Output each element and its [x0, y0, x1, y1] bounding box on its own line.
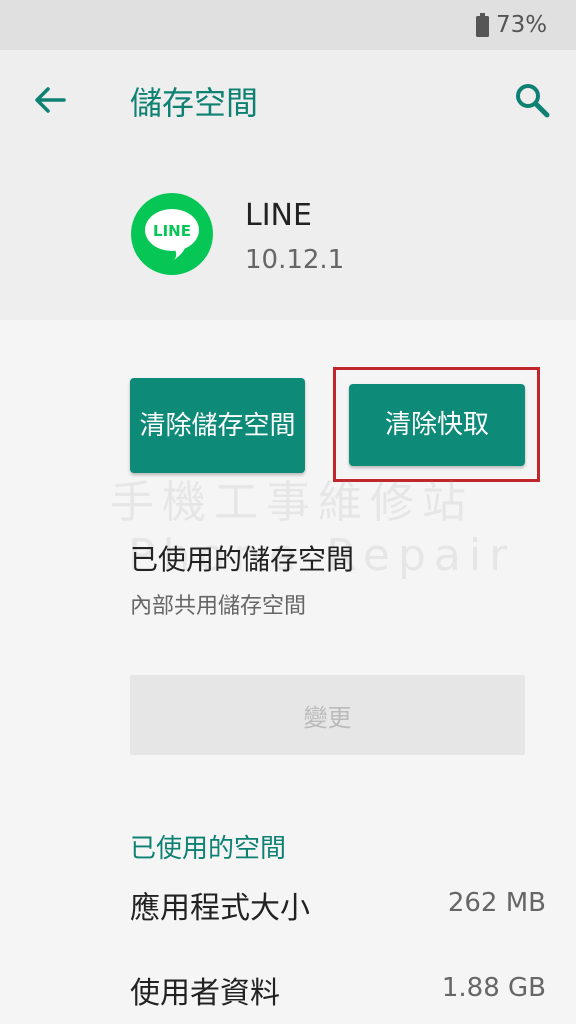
space-used-section-label: 已使用的空間 [130, 834, 287, 864]
change-label: 變更 [303, 703, 352, 732]
storage-used-title: 已使用的儲存空間 [130, 543, 355, 576]
clear-storage-button[interactable]: 清除儲存空間 [130, 378, 305, 473]
app-header [0, 50, 576, 320]
line-icon-label: LINE [153, 222, 191, 240]
app-version: 10.12.1 [245, 245, 345, 275]
page-title: 儲存空間 [130, 84, 259, 122]
storage-used-subtitle: 內部共用儲存空間 [130, 594, 307, 619]
search-icon[interactable] [512, 80, 552, 120]
user-data-label: 使用者資料 [130, 976, 280, 1011]
arrow-back-icon[interactable] [30, 80, 70, 120]
highlight-annotation [333, 367, 540, 482]
clear-storage-label: 清除儲存空間 [139, 410, 296, 441]
battery-icon [476, 13, 489, 37]
battery-percent: 73% [496, 12, 548, 38]
app-name: LINE [245, 198, 312, 233]
change-button: 變更 [130, 675, 525, 755]
status-bar: 73% [0, 0, 576, 50]
app-size-label: 應用程式大小 [130, 891, 310, 926]
watermark-text: 手機工事維修站 [110, 477, 474, 528]
line-app-icon: LINE [131, 193, 213, 275]
app-size-value: 262 MB [447, 888, 546, 918]
user-data-value: 1.88 GB [441, 973, 546, 1003]
